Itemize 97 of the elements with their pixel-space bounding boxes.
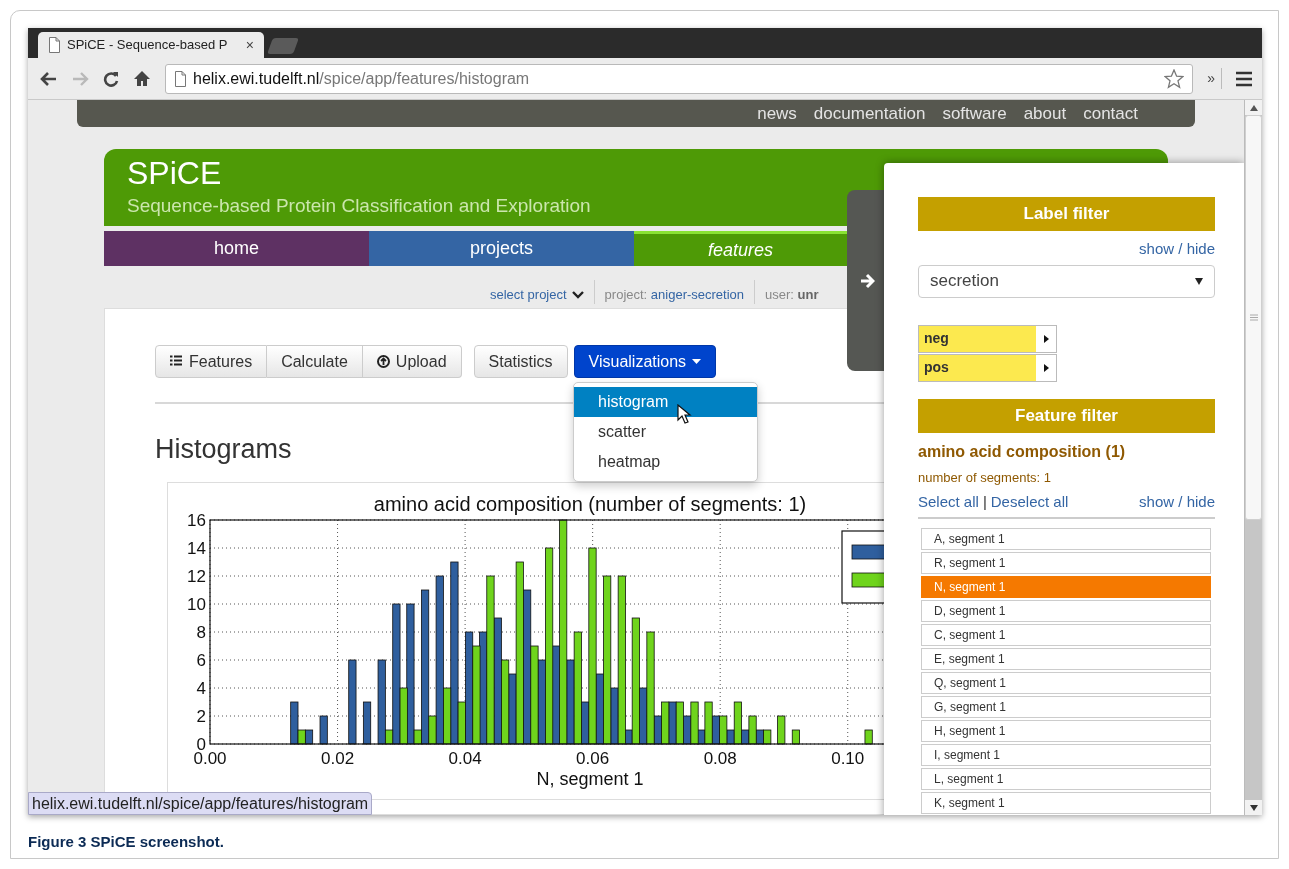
scrollbar-thumb[interactable]: [1245, 115, 1262, 520]
browser-tab[interactable]: SPiCE - Sequence-based P ×: [38, 32, 264, 58]
top-nav-link[interactable]: contact: [1083, 100, 1138, 127]
select-project-dropdown[interactable]: select project: [490, 284, 584, 304]
toolbar-button[interactable]: Calculate: [267, 345, 363, 378]
grip-icon: [1249, 314, 1258, 321]
tick-label: 0.10: [831, 749, 865, 768]
axis-label: N, segment 1: [536, 769, 644, 789]
tick-label: 4: [196, 679, 206, 698]
list-icon: [170, 355, 183, 368]
show-hide-link[interactable]: show / hide: [1139, 491, 1215, 514]
scroll-up-icon[interactable]: [1249, 104, 1258, 111]
toolbar-button[interactable]: Features: [155, 345, 268, 378]
tick-label: 0.02: [321, 749, 355, 768]
show-hide-link[interactable]: show / hide: [1139, 238, 1215, 261]
feature-list-item[interactable]: G, segment 1: [921, 695, 1211, 718]
reload-icon[interactable]: [103, 70, 119, 87]
feature-list-item[interactable]: L, segment 1: [921, 767, 1211, 790]
chart-title: amino acid composition (number of segments: 1): [373, 493, 807, 515]
tick-label: 14: [187, 539, 206, 558]
tick-label: 0.00: [193, 749, 227, 768]
scroll-down-icon[interactable]: [1249, 804, 1258, 811]
feature-list-item[interactable]: K, segment 1: [921, 791, 1211, 814]
histogram-bar: [791, 729, 800, 745]
overflow-button[interactable]: »: [1207, 68, 1222, 89]
status-url: helix.ewi.tudelft.nl/spice/app/features/histogram: [28, 792, 373, 815]
dropdown-arrow-icon: [1195, 277, 1203, 285]
feature-list-item[interactable]: R, segment 1: [921, 551, 1211, 574]
tick-label: 16: [187, 511, 206, 530]
link-separator: |: [982, 492, 987, 512]
feature-list-item[interactable]: D, segment 1: [921, 599, 1211, 622]
section-header: Feature filter: [918, 398, 1215, 433]
nav-tab[interactable]: features: [634, 231, 847, 266]
feature-list-item[interactable]: I, segment 1: [921, 743, 1211, 766]
select-all-link[interactable]: Select all: [918, 491, 979, 514]
nav-tab[interactable]: home: [104, 231, 369, 266]
panel-toggle-tab[interactable]: [847, 190, 887, 371]
url-text: helix.ewi.tudelft.nl/spice/app/features/histogram: [193, 68, 531, 89]
histogram-bar: [864, 729, 873, 745]
menu-item[interactable]: scatter: [574, 417, 757, 447]
top-nav-link[interactable]: news: [757, 100, 797, 127]
upload-icon: [376, 355, 390, 368]
toolbar-button[interactable]: Visualizations: [573, 345, 717, 378]
toolbar-button[interactable]: Upload: [362, 345, 462, 378]
histogram-bar: [363, 701, 372, 745]
label-select[interactable]: secretion: [918, 264, 1215, 298]
tab-title: SPiCE - Sequence-based P: [67, 36, 229, 55]
top-nav-link[interactable]: about: [1023, 100, 1067, 127]
user-info: user: unr: [765, 285, 819, 304]
histogram-bar: [763, 729, 772, 745]
tick-label: 0.06: [576, 749, 610, 768]
bookmark-star-icon[interactable]: [1164, 68, 1185, 89]
tick-label: 0.08: [703, 749, 737, 768]
arrow-right-icon: [859, 272, 875, 289]
menu-icon[interactable]: [1236, 70, 1252, 87]
feature-list-item[interactable]: H, segment 1: [921, 719, 1211, 742]
nav-tab[interactable]: projects: [369, 231, 634, 266]
feature-list-item[interactable]: E, segment 1: [921, 647, 1211, 670]
feature-list-item[interactable]: A, segment 1: [921, 527, 1211, 550]
menu-item[interactable]: heatmap: [574, 447, 757, 477]
play-icon: [1043, 363, 1049, 372]
caret-icon: [692, 359, 702, 364]
page-heading: Histograms: [155, 433, 292, 466]
tick-label: 6: [196, 651, 206, 670]
page-icon: [48, 37, 61, 53]
back-icon[interactable]: [40, 70, 58, 87]
feature-list-item[interactable]: C, segment 1: [921, 623, 1211, 646]
feature-list-item[interactable]: Q, segment 1: [921, 671, 1211, 694]
close-tab-button[interactable]: ×: [245, 34, 254, 56]
menu-item[interactable]: histogram: [574, 387, 757, 417]
project-info: project: aniger-secretion: [604, 285, 745, 304]
label-button[interactable]: neg: [918, 324, 1057, 353]
top-nav-link[interactable]: documentation: [813, 100, 926, 127]
tick-label: 8: [196, 623, 206, 642]
figure-caption: Figure 3 SPiCE screenshot.: [28, 832, 225, 852]
site-subtitle: Sequence-based Protein Classification and Exploration: [127, 194, 591, 218]
mouse-cursor-icon: [677, 404, 692, 424]
tick-label: 10: [187, 595, 206, 614]
tick-label: 0.04: [448, 749, 482, 768]
deselect-all-link[interactable]: Deselect all: [990, 491, 1069, 514]
feature-group-title: amino acid composition (1): [918, 441, 1127, 462]
site-title: SPiCE: [127, 154, 222, 193]
address-bar[interactable]: helix.ewi.tudelft.nl/spice/app/features/histogram: [165, 63, 1194, 94]
histogram-bar: [319, 715, 328, 745]
toolbar-button[interactable]: Statistics: [473, 345, 568, 378]
tick-label: 12: [187, 567, 206, 586]
top-nav-link[interactable]: software: [942, 100, 1007, 127]
label-button[interactable]: pos: [918, 353, 1057, 382]
scrollbar[interactable]: [1244, 100, 1262, 815]
home-icon[interactable]: [133, 70, 151, 87]
section-header: Label filter: [918, 197, 1215, 231]
feature-group-note: number of segments: 1: [918, 468, 1052, 487]
tick-label: 2: [196, 707, 206, 726]
play-icon: [1043, 334, 1049, 343]
histogram-bar: [777, 715, 786, 745]
page-icon: [174, 70, 187, 87]
chevron-down-icon: [571, 289, 584, 299]
